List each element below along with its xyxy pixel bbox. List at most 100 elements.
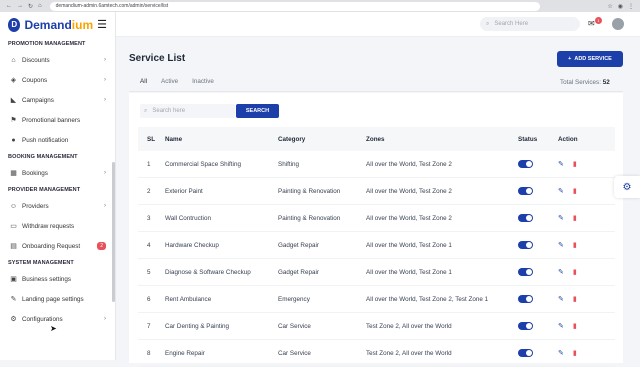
tag-icon: ⌂ — [11, 56, 16, 64]
trash-icon[interactable]: ▮ — [573, 322, 577, 330]
col-action: Action — [558, 135, 578, 143]
header-search-input[interactable]: ⌕ Search Here — [480, 17, 580, 31]
tab-inactive[interactable]: Inactive — [192, 78, 214, 92]
edit-icon[interactable]: ✎ — [558, 322, 564, 330]
sidebar-item-configurations[interactable]: ⚙ Configurations › — [0, 309, 115, 329]
edit-icon[interactable]: ✎ — [558, 268, 564, 276]
status-toggle[interactable] — [518, 349, 533, 357]
settings-gear-icon[interactable]: ⚙ — [614, 176, 640, 198]
status-toggle[interactable] — [518, 214, 533, 222]
avatar[interactable] — [612, 18, 624, 30]
star-icon[interactable]: ☆ — [607, 3, 612, 10]
sidebar-item-onboarding-request[interactable]: ▤ Onboarding Request 2 — [0, 236, 115, 256]
cell-zones: Test Zone 2, All over the World — [366, 349, 452, 357]
sidebar-item-promotional-banners[interactable]: ⚑ Promotional banners — [0, 110, 115, 130]
cell-category: Painting & Renovation — [278, 187, 341, 195]
trash-icon[interactable]: ▮ — [573, 268, 577, 276]
cell-status — [518, 241, 558, 249]
trash-icon[interactable]: ▮ — [573, 160, 577, 168]
status-toggle[interactable] — [518, 160, 533, 168]
status-toggle[interactable] — [518, 241, 533, 249]
cell-action: ✎ ▮ — [558, 268, 615, 276]
cell-sl: 5 — [147, 268, 151, 276]
clipboard-icon: ▤ — [10, 243, 17, 250]
plus-icon: + — [568, 56, 572, 62]
message-icon[interactable]: ✉ — [588, 19, 595, 28]
cell-action: ✎ ▮ — [558, 349, 615, 357]
cell-sl: 7 — [147, 322, 151, 330]
sidebar-item-bookings[interactable]: ▦ Bookings › — [0, 163, 115, 183]
browser-extensions: ☆ ◉ ⋮ — [607, 3, 640, 10]
trash-icon[interactable]: ▮ — [573, 214, 577, 222]
chevron-right-icon: › — [104, 77, 106, 83]
cell-zones: All over the World, Test Zone 1 — [366, 241, 452, 249]
cell-action: ✎ ▮ — [558, 322, 615, 330]
table-header: SL Name Category Zones Status Action — [138, 127, 615, 151]
status-toggle[interactable] — [518, 268, 533, 276]
brand-name-main: Demand — [24, 17, 72, 32]
cell-name: Commercial Space Shifting — [165, 160, 241, 168]
cell-name: Exterior Paint — [165, 187, 203, 195]
edit-icon[interactable]: ✎ — [558, 241, 564, 249]
trash-icon[interactable]: ▮ — [573, 295, 577, 303]
cell-name: Wall Contruction — [165, 214, 211, 222]
hamburger-icon[interactable]: ☰ — [97, 18, 107, 31]
browser-toolbar: ← → ↻ ⌂ demandium-admin.6amtech.com/admi… — [0, 0, 640, 12]
sidebar-item-push-notification[interactable]: ● Push notification — [0, 130, 115, 150]
edit-icon[interactable]: ✎ — [558, 349, 564, 357]
service-search-input[interactable]: ⌕ Search here — [140, 104, 235, 118]
table-body: 1 Commercial Space Shifting Shifting All ov… — [138, 151, 615, 367]
table-row: 1 Commercial Space Shifting Shifting All ov… — [138, 151, 615, 178]
trash-icon[interactable]: ▮ — [573, 349, 577, 357]
sidebar-item-coupons[interactable]: ◈ Coupons › — [0, 70, 115, 90]
edit-icon[interactable]: ✎ — [558, 214, 564, 222]
brand[interactable]: D Demandium ☰ — [0, 12, 115, 37]
menu-icon[interactable]: ⋮ — [628, 3, 634, 10]
back-icon[interactable]: ← — [6, 3, 12, 10]
sidebar-nav: PROMOTION MANAGEMENT ⌂ Discounts › ◈ Coupon… — [0, 37, 115, 329]
sidebar-item-discounts[interactable]: ⌂ Discounts › — [0, 50, 115, 70]
status-toggle[interactable] — [518, 187, 533, 195]
sidebar-item-label: Business settings — [22, 275, 72, 283]
tabs-divider — [129, 91, 623, 92]
status-toggle[interactable] — [518, 322, 533, 330]
page-title: Service List — [129, 53, 186, 64]
sidebar-item-campaigns[interactable]: ◣ Campaigns › — [0, 90, 115, 110]
cell-name: Engine Repair — [165, 349, 205, 357]
address-bar[interactable]: demandium-admin.6amtech.com/admin/servic… — [49, 1, 540, 11]
edit-icon[interactable]: ✎ — [558, 160, 564, 168]
sidebar-item-label: Configurations — [22, 315, 63, 323]
mouse-cursor-icon: ➤ — [50, 324, 57, 333]
service-table: SL Name Category Zones Status Action 1 Co… — [138, 127, 615, 367]
search-button[interactable]: SEARCH — [236, 104, 279, 118]
gear-icon: ⚙ — [10, 316, 17, 323]
extension-icon[interactable]: ◉ — [618, 3, 623, 10]
cell-sl: 3 — [147, 214, 151, 222]
ticket-icon: ◈ — [10, 77, 17, 84]
forward-icon[interactable]: → — [17, 3, 23, 10]
add-service-button[interactable]: + ADD SERVICE — [557, 51, 623, 67]
tab-all[interactable]: All — [140, 78, 147, 92]
sidebar-item-providers[interactable]: ☺ Providers › — [0, 196, 115, 216]
status-toggle[interactable] — [518, 295, 533, 303]
trash-icon[interactable]: ▮ — [573, 187, 577, 195]
trash-icon[interactable]: ▮ — [573, 241, 577, 249]
cell-name: Rent Ambulance — [165, 295, 212, 303]
tab-active[interactable]: Active — [161, 78, 178, 92]
sidebar-item-business-settings[interactable]: ▣ Business settings — [0, 269, 115, 289]
sidebar-item-landing-page-settings[interactable]: ✎ Landing page settings — [0, 289, 115, 309]
sidebar-item-withdraw-requests[interactable]: ▭ Withdraw requests — [0, 216, 115, 236]
cell-status — [518, 349, 558, 357]
cell-zones: All over the World, Test Zone 2 — [366, 187, 452, 195]
home-icon[interactable]: ⌂ — [38, 3, 42, 10]
section-provider: PROVIDER MANAGEMENT — [8, 186, 81, 193]
service-search-placeholder: Search here — [152, 108, 186, 114]
table-row: 2 Exterior Paint Painting & Renovation All … — [138, 178, 615, 205]
table-row: 8 Engine Repair Car Service Test Zone 2, Al… — [138, 340, 615, 367]
sidebar-item-label: Bookings — [22, 169, 48, 177]
sidebar-scrollbar[interactable] — [112, 162, 115, 302]
edit-icon[interactable]: ✎ — [558, 295, 564, 303]
reload-icon[interactable]: ↻ — [28, 3, 33, 10]
edit-icon[interactable]: ✎ — [558, 187, 564, 195]
cell-zones: All over the World, Test Zone 2 — [366, 214, 452, 222]
